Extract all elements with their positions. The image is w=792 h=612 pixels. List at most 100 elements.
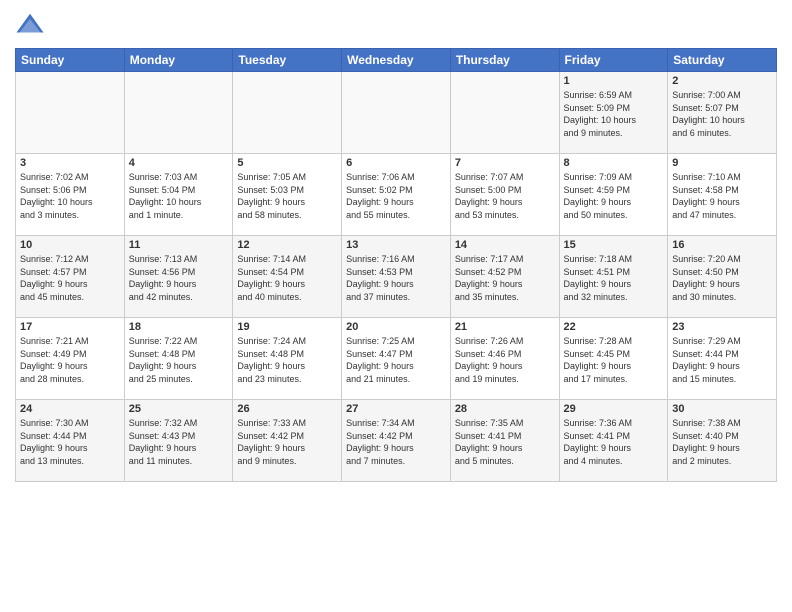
day-number: 11 [129, 239, 229, 251]
day-number: 12 [237, 239, 337, 251]
calendar-cell: 11 Sunrise: 7:13 AM Sunset: 4:56 PM Dayli… [124, 236, 233, 318]
day-number: 22 [564, 321, 664, 333]
day-info: Sunrise: 7:07 AM Sunset: 5:00 PM Dayligh… [455, 171, 555, 221]
calendar-cell [342, 72, 451, 154]
day-info: Sunrise: 7:29 AM Sunset: 4:44 PM Dayligh… [672, 335, 772, 385]
calendar-cell: 10 Sunrise: 7:12 AM Sunset: 4:57 PM Dayli… [16, 236, 125, 318]
day-info: Sunrise: 7:14 AM Sunset: 4:54 PM Dayligh… [237, 253, 337, 303]
calendar-cell: 6Sunrise: 7:06 AM Sunset: 5:02 PM Daylig… [342, 154, 451, 236]
day-number: 28 [455, 403, 555, 415]
day-info: Sunrise: 7:22 AM Sunset: 4:48 PM Dayligh… [129, 335, 229, 385]
day-info: Sunrise: 7:02 AM Sunset: 5:06 PM Dayligh… [20, 171, 120, 221]
day-info: Sunrise: 7:25 AM Sunset: 4:47 PM Dayligh… [346, 335, 446, 385]
calendar-cell: 18 Sunrise: 7:22 AM Sunset: 4:48 PM Dayli… [124, 318, 233, 400]
day-number: 10 [20, 239, 120, 251]
calendar-week-row: 10 Sunrise: 7:12 AM Sunset: 4:57 PM Dayli… [16, 236, 777, 318]
day-number: 17 [20, 321, 120, 333]
day-info: Sunrise: 7:21 AM Sunset: 4:49 PM Dayligh… [20, 335, 120, 385]
weekday-header: Tuesday [233, 49, 342, 72]
day-info: Sunrise: 7:00 AM Sunset: 5:07 PM Dayligh… [672, 89, 772, 139]
day-number: 9 [672, 157, 772, 169]
day-info: Sunrise: 7:33 AM Sunset: 4:42 PM Dayligh… [237, 417, 337, 467]
day-info: Sunrise: 7:06 AM Sunset: 5:02 PM Dayligh… [346, 171, 446, 221]
day-info: Sunrise: 7:34 AM Sunset: 4:42 PM Dayligh… [346, 417, 446, 467]
weekday-header: Thursday [450, 49, 559, 72]
calendar-cell: 26 Sunrise: 7:33 AM Sunset: 4:42 PM Dayli… [233, 400, 342, 482]
calendar-cell: 22 Sunrise: 7:28 AM Sunset: 4:45 PM Dayli… [559, 318, 668, 400]
day-info: Sunrise: 7:05 AM Sunset: 5:03 PM Dayligh… [237, 171, 337, 221]
calendar-cell [16, 72, 125, 154]
calendar-cell: 20 Sunrise: 7:25 AM Sunset: 4:47 PM Dayli… [342, 318, 451, 400]
page: SundayMondayTuesdayWednesdayThursdayFrid… [0, 0, 792, 612]
day-number: 27 [346, 403, 446, 415]
day-info: Sunrise: 7:09 AM Sunset: 4:59 PM Dayligh… [564, 171, 664, 221]
day-info: Sunrise: 7:26 AM Sunset: 4:46 PM Dayligh… [455, 335, 555, 385]
day-number: 4 [129, 157, 229, 169]
day-info: Sunrise: 7:38 AM Sunset: 4:40 PM Dayligh… [672, 417, 772, 467]
calendar-cell: 7 Sunrise: 7:07 AM Sunset: 5:00 PM Daylig… [450, 154, 559, 236]
calendar-cell: 9Sunrise: 7:10 AM Sunset: 4:58 PM Daylig… [668, 154, 777, 236]
day-info: Sunrise: 7:16 AM Sunset: 4:53 PM Dayligh… [346, 253, 446, 303]
day-info: Sunrise: 7:35 AM Sunset: 4:41 PM Dayligh… [455, 417, 555, 467]
day-number: 15 [564, 239, 664, 251]
day-number: 16 [672, 239, 772, 251]
calendar-cell [124, 72, 233, 154]
calendar-cell: 24Sunrise: 7:30 AM Sunset: 4:44 PM Dayli… [16, 400, 125, 482]
day-number: 14 [455, 239, 555, 251]
calendar-cell: 4Sunrise: 7:03 AM Sunset: 5:04 PM Daylig… [124, 154, 233, 236]
day-number: 23 [672, 321, 772, 333]
calendar-week-row: 1 Sunrise: 6:59 AM Sunset: 5:09 PM Daylig… [16, 72, 777, 154]
calendar-cell: 21 Sunrise: 7:26 AM Sunset: 4:46 PM Dayli… [450, 318, 559, 400]
day-number: 2 [672, 75, 772, 87]
calendar-cell: 30Sunrise: 7:38 AM Sunset: 4:40 PM Dayli… [668, 400, 777, 482]
day-number: 1 [564, 75, 664, 87]
weekday-header: Sunday [16, 49, 125, 72]
calendar-cell: 16 Sunrise: 7:20 AM Sunset: 4:50 PM Dayli… [668, 236, 777, 318]
day-number: 13 [346, 239, 446, 251]
calendar-cell: 17 Sunrise: 7:21 AM Sunset: 4:49 PM Dayli… [16, 318, 125, 400]
weekday-header: Saturday [668, 49, 777, 72]
calendar-cell: 8 Sunrise: 7:09 AM Sunset: 4:59 PM Daylig… [559, 154, 668, 236]
calendar-header-row: SundayMondayTuesdayWednesdayThursdayFrid… [16, 49, 777, 72]
calendar: SundayMondayTuesdayWednesdayThursdayFrid… [15, 48, 777, 482]
calendar-week-row: 24Sunrise: 7:30 AM Sunset: 4:44 PM Dayli… [16, 400, 777, 482]
logo-icon [15, 10, 45, 40]
calendar-cell: 15 Sunrise: 7:18 AM Sunset: 4:51 PM Dayli… [559, 236, 668, 318]
calendar-cell: 3 Sunrise: 7:02 AM Sunset: 5:06 PM Daylig… [16, 154, 125, 236]
day-number: 19 [237, 321, 337, 333]
calendar-week-row: 3 Sunrise: 7:02 AM Sunset: 5:06 PM Daylig… [16, 154, 777, 236]
weekday-header: Friday [559, 49, 668, 72]
calendar-cell: 25Sunrise: 7:32 AM Sunset: 4:43 PM Dayli… [124, 400, 233, 482]
day-info: Sunrise: 7:24 AM Sunset: 4:48 PM Dayligh… [237, 335, 337, 385]
day-number: 26 [237, 403, 337, 415]
day-number: 7 [455, 157, 555, 169]
weekday-header: Wednesday [342, 49, 451, 72]
header [15, 10, 777, 40]
day-info: Sunrise: 7:36 AM Sunset: 4:41 PM Dayligh… [564, 417, 664, 467]
day-number: 29 [564, 403, 664, 415]
day-info: Sunrise: 7:17 AM Sunset: 4:52 PM Dayligh… [455, 253, 555, 303]
calendar-cell: 13 Sunrise: 7:16 AM Sunset: 4:53 PM Dayli… [342, 236, 451, 318]
calendar-cell: 12 Sunrise: 7:14 AM Sunset: 4:54 PM Dayli… [233, 236, 342, 318]
calendar-cell: 27 Sunrise: 7:34 AM Sunset: 4:42 PM Dayli… [342, 400, 451, 482]
calendar-cell: 23 Sunrise: 7:29 AM Sunset: 4:44 PM Dayli… [668, 318, 777, 400]
day-info: Sunrise: 6:59 AM Sunset: 5:09 PM Dayligh… [564, 89, 664, 139]
day-number: 24 [20, 403, 120, 415]
day-info: Sunrise: 7:20 AM Sunset: 4:50 PM Dayligh… [672, 253, 772, 303]
day-number: 3 [20, 157, 120, 169]
day-info: Sunrise: 7:13 AM Sunset: 4:56 PM Dayligh… [129, 253, 229, 303]
day-info: Sunrise: 7:18 AM Sunset: 4:51 PM Dayligh… [564, 253, 664, 303]
calendar-cell: 1 Sunrise: 6:59 AM Sunset: 5:09 PM Daylig… [559, 72, 668, 154]
day-number: 21 [455, 321, 555, 333]
day-info: Sunrise: 7:28 AM Sunset: 4:45 PM Dayligh… [564, 335, 664, 385]
calendar-cell: 14 Sunrise: 7:17 AM Sunset: 4:52 PM Dayli… [450, 236, 559, 318]
calendar-cell [233, 72, 342, 154]
day-info: Sunrise: 7:12 AM Sunset: 4:57 PM Dayligh… [20, 253, 120, 303]
calendar-cell: 5Sunrise: 7:05 AM Sunset: 5:03 PM Daylig… [233, 154, 342, 236]
calendar-cell: 2 Sunrise: 7:00 AM Sunset: 5:07 PM Daylig… [668, 72, 777, 154]
day-number: 20 [346, 321, 446, 333]
calendar-week-row: 17 Sunrise: 7:21 AM Sunset: 4:49 PM Dayli… [16, 318, 777, 400]
day-number: 8 [564, 157, 664, 169]
day-number: 18 [129, 321, 229, 333]
calendar-cell: 28 Sunrise: 7:35 AM Sunset: 4:41 PM Dayli… [450, 400, 559, 482]
